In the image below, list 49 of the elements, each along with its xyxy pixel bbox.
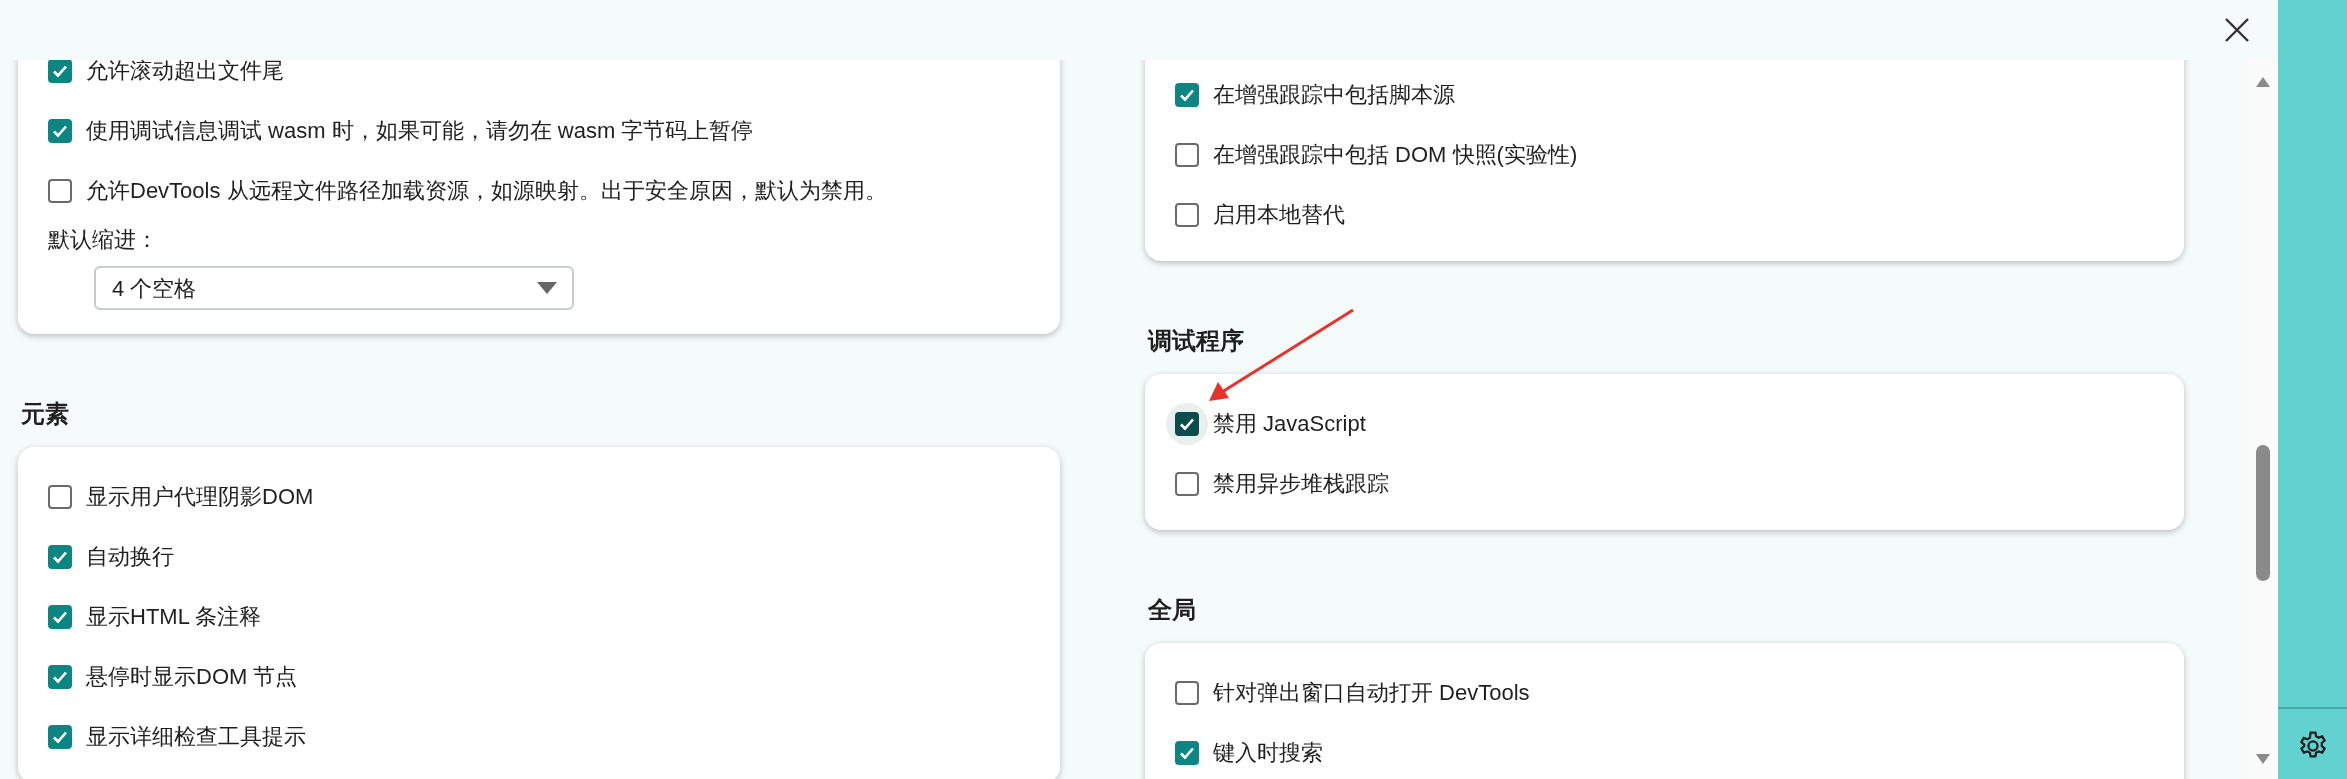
checkbox-label: 启用本地替代 [1213,201,1345,229]
checkbox-label: 允许DevTools 从远程文件路径加载资源，如源映射。出于安全原因，默认为禁用。 [86,177,887,205]
caret-icon [536,281,558,295]
checkbox-label: 在增强跟踪中包括脚本源 [1213,81,1455,109]
checkmark-icon [1179,88,1195,102]
checkbox-label: 显示详细检查工具提示 [86,724,306,751]
section-heading: 全局 [1148,595,1197,626]
checkbox-label: 自动换行 [86,544,174,571]
checkmark-icon [52,64,68,78]
checkmark-icon [52,610,68,625]
checkbox[interactable] [1175,472,1199,497]
checkmark-icon [1179,417,1195,432]
checkmark-icon [52,124,68,138]
checkmark-icon [52,670,68,685]
checkmark-icon [1179,746,1195,761]
checkbox-label: 悬停时显示DOM 节点 [86,664,298,691]
checkbox-label: 键入时搜索 [1213,740,1323,767]
checkbox-label: 显示HTML 条注释 [86,604,262,631]
checkmark-icon [52,550,68,565]
checkbox[interactable] [1175,203,1199,227]
checkbox-label: 针对弹出窗口自动打开 DevTools [1213,680,1530,707]
checkbox-label: 显示用户代理阴影DOM [86,484,314,511]
dropdown[interactable]: 4 个空格 [94,266,574,310]
field-label: 默认缩进： [48,226,159,254]
scroll-down-icon[interactable] [2255,753,2271,765]
scroll-up-icon[interactable] [2255,76,2271,88]
checkbox[interactable] [48,605,72,630]
checkbox[interactable] [1175,741,1199,766]
checkbox[interactable] [48,725,72,750]
checkbox[interactable] [48,119,72,143]
checkbox[interactable] [1175,83,1199,107]
checkbox-label: 禁用 JavaScript [1213,411,1366,438]
checkbox[interactable] [1175,412,1199,437]
checkbox[interactable] [1175,681,1199,706]
checkbox-label: 允许滚动超出文件尾 [86,60,284,85]
checkbox[interactable] [48,60,72,83]
checkbox-label: 在增强跟踪中包括 DOM 快照(实验性) [1213,141,1578,169]
scrollbar-thumb[interactable] [2256,445,2270,581]
checkbox[interactable] [48,485,72,510]
checkbox[interactable] [1175,143,1199,167]
close-icon[interactable] [2224,17,2250,43]
checkbox[interactable] [48,545,72,570]
section-heading: 调试程序 [1148,326,1245,356]
checkbox-label: 禁用异步堆栈跟踪 [1213,471,1389,498]
checkbox[interactable] [48,665,72,690]
checkmark-icon [52,730,68,745]
checkbox[interactable] [48,179,72,203]
section-heading: 元素 [21,399,70,429]
checkbox-label: 使用调试信息调试 wasm 时，如果可能，请勿在 wasm 字节码上暂停 [86,117,754,145]
